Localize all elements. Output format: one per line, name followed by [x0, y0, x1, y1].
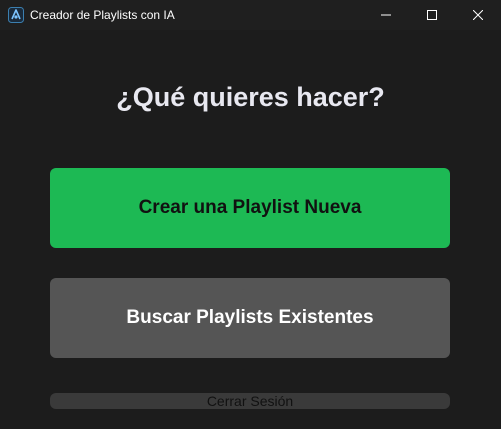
maximize-button[interactable]: [409, 0, 455, 30]
search-playlists-button[interactable]: Buscar Playlists Existentes: [50, 278, 450, 358]
create-playlist-button[interactable]: Crear una Playlist Nueva: [50, 168, 450, 248]
page-heading: ¿Qué quieres hacer?: [116, 82, 385, 112]
logout-button[interactable]: Cerrar Sesión: [50, 393, 450, 409]
close-icon: [473, 10, 483, 20]
title-bar[interactable]: Creador de Playlists con IA: [0, 0, 501, 30]
minimize-button[interactable]: [363, 0, 409, 30]
app-window: Creador de Playlists con IA ¿Qué quieres…: [0, 0, 501, 429]
minimize-icon: [381, 10, 391, 20]
close-button[interactable]: [455, 0, 501, 30]
app-icon: [8, 7, 24, 23]
window-title: Creador de Playlists con IA: [30, 8, 175, 22]
maximize-icon: [427, 10, 437, 20]
